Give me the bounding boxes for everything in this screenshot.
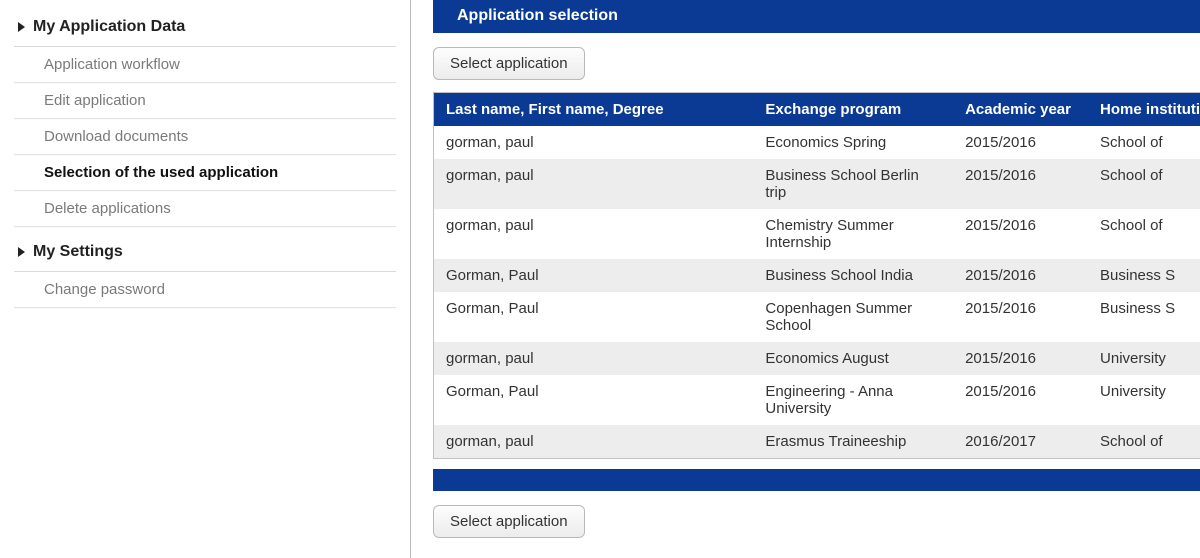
application-table: Last name, First name, Degree Exchange p… bbox=[434, 93, 1200, 458]
nav-header-my-application-data[interactable]: My Application Data bbox=[14, 10, 396, 47]
table-footer-bar bbox=[433, 469, 1200, 491]
nav-item-application-workflow[interactable]: Application workflow bbox=[14, 47, 396, 83]
cell-institution: School of bbox=[1088, 209, 1200, 259]
cell-year: 2015/2016 bbox=[953, 292, 1088, 342]
select-application-button-bottom[interactable]: Select application bbox=[433, 505, 585, 538]
table-row[interactable]: Gorman, Paul Engineering - Anna Universi… bbox=[434, 375, 1200, 425]
cell-institution: School of bbox=[1088, 126, 1200, 159]
panel-title: Application selection bbox=[433, 0, 1200, 33]
cell-name: gorman, paul bbox=[434, 425, 753, 458]
nav-header-label: My Application Data bbox=[33, 18, 185, 36]
cell-year: 2015/2016 bbox=[953, 126, 1088, 159]
cell-name: Gorman, Paul bbox=[434, 375, 753, 425]
cell-name: Gorman, Paul bbox=[434, 292, 753, 342]
cell-program: Copenhagen Summer School bbox=[753, 292, 953, 342]
cell-year: 2015/2016 bbox=[953, 209, 1088, 259]
cell-institution: University bbox=[1088, 342, 1200, 375]
table-row[interactable]: gorman, paul Economics Spring 2015/2016 … bbox=[434, 126, 1200, 159]
cell-name: gorman, paul bbox=[434, 342, 753, 375]
caret-right-icon bbox=[18, 247, 25, 257]
nav-item-change-password[interactable]: Change password bbox=[14, 272, 396, 308]
nav-item-edit-application[interactable]: Edit application bbox=[14, 83, 396, 119]
nav-item-selection-of-used-application[interactable]: Selection of the used application bbox=[14, 155, 396, 191]
cell-year: 2015/2016 bbox=[953, 259, 1088, 292]
nav-item-download-documents[interactable]: Download documents bbox=[14, 119, 396, 155]
caret-right-icon bbox=[18, 22, 25, 32]
table-row[interactable]: Gorman, Paul Business School India 2015/… bbox=[434, 259, 1200, 292]
cell-institution: Business S bbox=[1088, 292, 1200, 342]
table-row[interactable]: gorman, paul Chemistry Summer Internship… bbox=[434, 209, 1200, 259]
cell-year: 2015/2016 bbox=[953, 375, 1088, 425]
cell-year: 2015/2016 bbox=[953, 342, 1088, 375]
cell-year: 2015/2016 bbox=[953, 159, 1088, 209]
nav-section-my-settings: My Settings Change password bbox=[14, 235, 396, 308]
table-row[interactable]: gorman, paul Business School Berlin trip… bbox=[434, 159, 1200, 209]
cell-year: 2016/2017 bbox=[953, 425, 1088, 458]
cell-program: Economics August bbox=[753, 342, 953, 375]
table-row[interactable]: gorman, paul Economics August 2015/2016 … bbox=[434, 342, 1200, 375]
th-institution[interactable]: Home institution bbox=[1088, 93, 1200, 126]
cell-program: Erasmus Traineeship bbox=[753, 425, 953, 458]
cell-program: Chemistry Summer Internship bbox=[753, 209, 953, 259]
cell-institution: School of bbox=[1088, 159, 1200, 209]
th-name[interactable]: Last name, First name, Degree bbox=[434, 93, 753, 126]
nav-item-delete-applications[interactable]: Delete applications bbox=[14, 191, 396, 227]
cell-institution: School of bbox=[1088, 425, 1200, 458]
table-header-row: Last name, First name, Degree Exchange p… bbox=[434, 93, 1200, 126]
cell-name: gorman, paul bbox=[434, 209, 753, 259]
th-year[interactable]: Academic year bbox=[953, 93, 1088, 126]
cell-program: Business School India bbox=[753, 259, 953, 292]
cell-institution: Business S bbox=[1088, 259, 1200, 292]
select-application-button-top[interactable]: Select application bbox=[433, 47, 585, 80]
cell-name: gorman, paul bbox=[434, 126, 753, 159]
application-table-wrap: Last name, First name, Degree Exchange p… bbox=[433, 92, 1200, 459]
th-program[interactable]: Exchange program bbox=[753, 93, 953, 126]
cell-program: Economics Spring bbox=[753, 126, 953, 159]
table-row[interactable]: Gorman, Paul Copenhagen Summer School 20… bbox=[434, 292, 1200, 342]
nav-section-my-application-data: My Application Data Application workflow… bbox=[14, 10, 396, 227]
cell-name: gorman, paul bbox=[434, 159, 753, 209]
cell-name: Gorman, Paul bbox=[434, 259, 753, 292]
cell-program: Business School Berlin trip bbox=[753, 159, 953, 209]
table-row[interactable]: gorman, paul Erasmus Traineeship 2016/20… bbox=[434, 425, 1200, 458]
nav-header-label: My Settings bbox=[33, 243, 123, 261]
cell-program: Engineering - Anna University bbox=[753, 375, 953, 425]
cell-institution: University bbox=[1088, 375, 1200, 425]
sidebar: My Application Data Application workflow… bbox=[0, 0, 410, 558]
main-content: Application selection Select application… bbox=[411, 0, 1200, 558]
nav-header-my-settings[interactable]: My Settings bbox=[14, 235, 396, 272]
